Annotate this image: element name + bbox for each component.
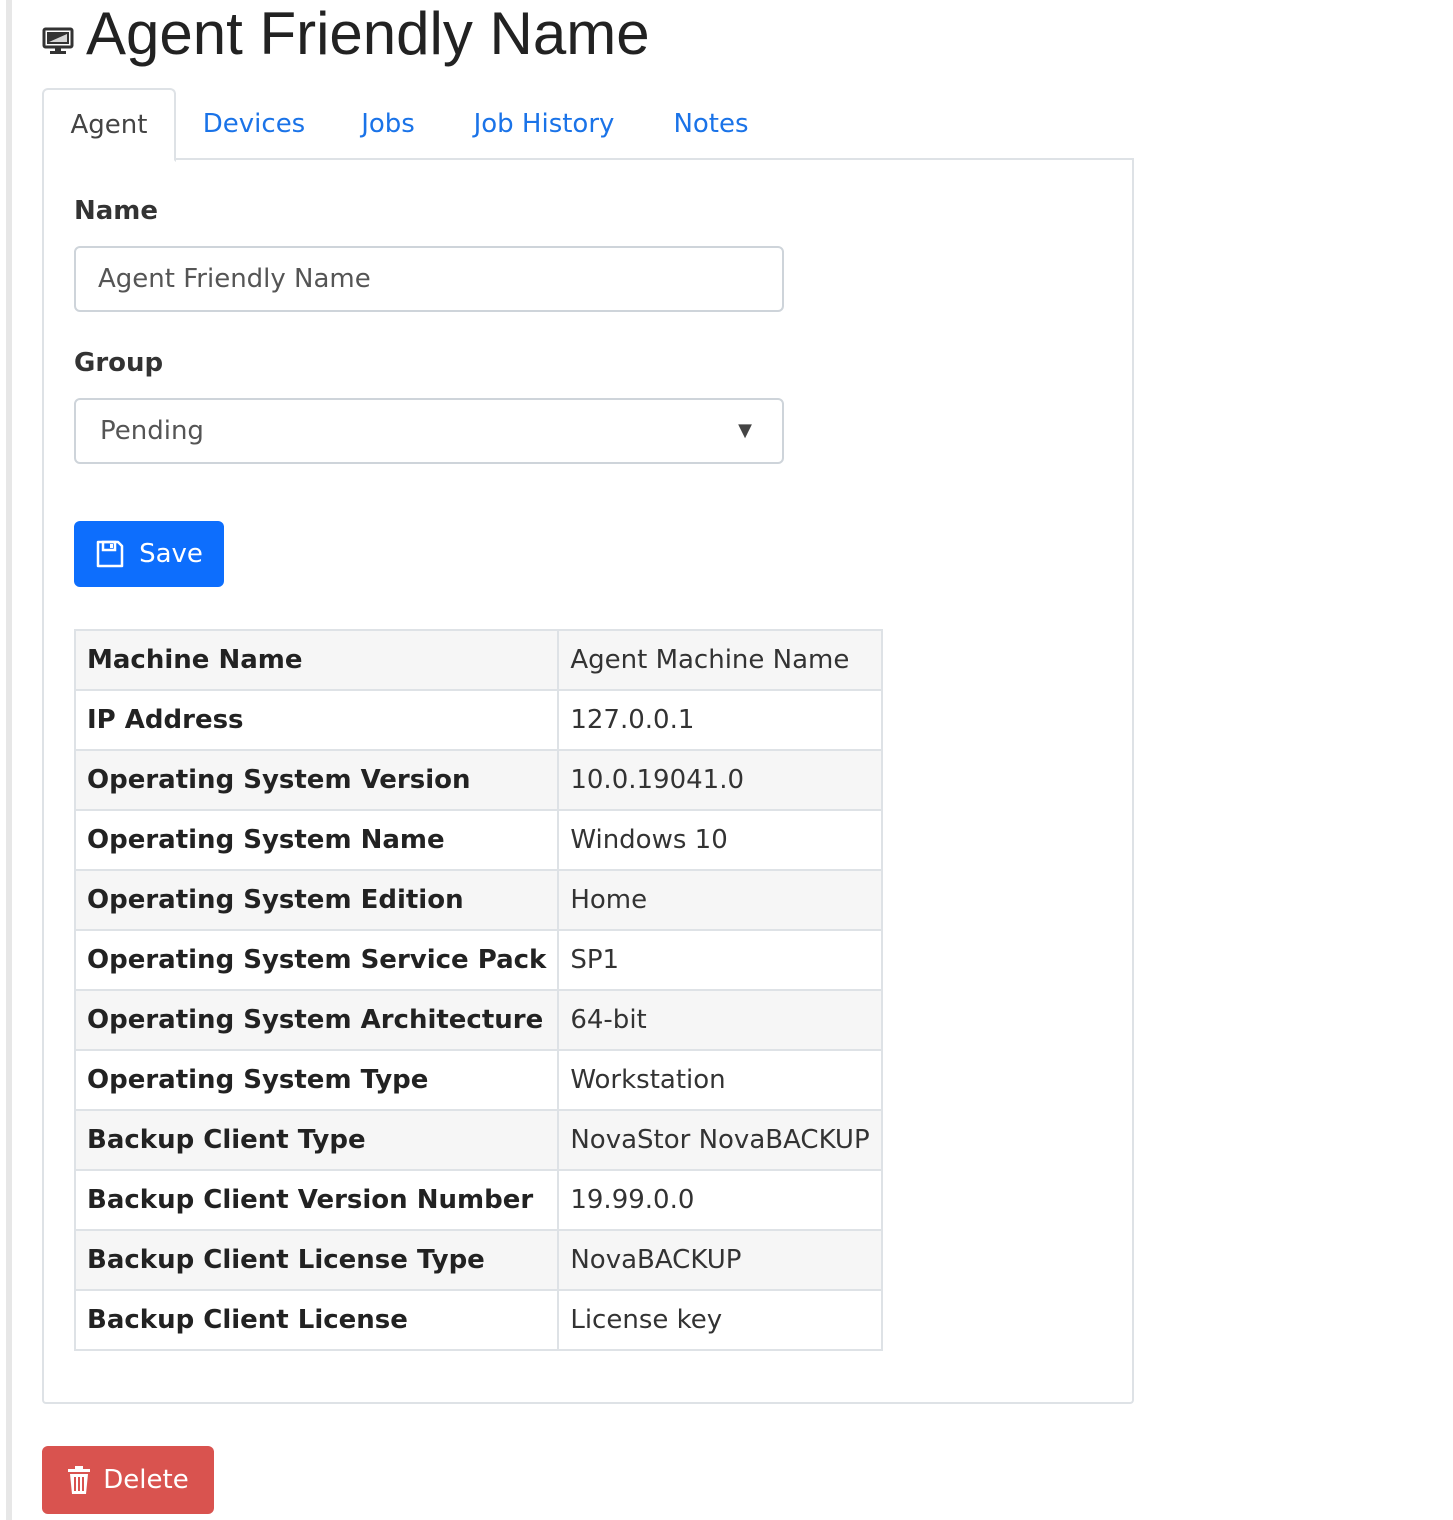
tab-job-history[interactable]: Job History	[466, 88, 622, 160]
tab-jobs[interactable]: Jobs	[348, 88, 428, 160]
name-input[interactable]	[74, 246, 784, 312]
detail-value: 127.0.0.1	[557, 689, 883, 751]
group-label: Group	[74, 348, 164, 378]
detail-key: Operating System Edition	[73, 869, 560, 931]
detail-value: 19.99.0.0	[557, 1169, 883, 1231]
detail-value: NovaBACKUP	[557, 1229, 883, 1291]
table-row: IP Address 127.0.0.1	[73, 689, 883, 751]
detail-value: 64-bit	[557, 989, 883, 1051]
table-row: Operating System Edition Home	[73, 869, 883, 931]
save-button[interactable]: Save	[74, 521, 224, 587]
name-label: Name	[74, 196, 159, 226]
detail-key: Operating System Version	[73, 749, 560, 811]
detail-key: IP Address	[73, 689, 560, 751]
table-row: Operating System Architecture 64-bit	[73, 989, 883, 1051]
detail-key: Operating System Architecture	[73, 989, 560, 1051]
group-select[interactable]: Pending ▼	[74, 398, 784, 464]
detail-key: Backup Client License	[73, 1289, 560, 1351]
delete-button[interactable]: Delete	[42, 1446, 214, 1514]
detail-key: Operating System Type	[73, 1049, 560, 1111]
detail-key: Operating System Service Pack	[73, 929, 560, 991]
detail-key: Backup Client Type	[73, 1109, 560, 1171]
tab-bar: Agent Devices Jobs Job History Notes	[42, 88, 1134, 162]
caret-down-icon: ▼	[738, 420, 752, 441]
table-row: Operating System Version 10.0.19041.0	[73, 749, 883, 811]
agent-details-table: Machine Name Agent Machine Name IP Addres…	[73, 629, 883, 1351]
table-row: Backup Client Type NovaStor NovaBACKUP	[73, 1109, 883, 1171]
table-row: Operating System Type Workstation	[73, 1049, 883, 1111]
tab-notes[interactable]: Notes	[668, 88, 754, 160]
detail-value: Agent Machine Name	[557, 629, 883, 691]
table-row: Backup Client License License key	[73, 1289, 883, 1351]
detail-value: SP1	[557, 929, 883, 991]
floppy-disk-icon	[96, 540, 124, 568]
table-row: Machine Name Agent Machine Name	[73, 629, 883, 691]
table-row: Operating System Service Pack SP1	[73, 929, 883, 991]
table-row: Backup Client License Type NovaBACKUP	[73, 1229, 883, 1291]
save-button-label: Save	[139, 539, 203, 569]
detail-value: Home	[557, 869, 883, 931]
tab-devices[interactable]: Devices	[192, 88, 316, 160]
trash-icon	[68, 1466, 91, 1494]
agent-tab-panel: Name Group Pending ▼ Save Machine NameAg…	[42, 158, 1134, 1404]
tab-agent[interactable]: Agent	[42, 88, 176, 162]
detail-value: NovaStor NovaBACKUP	[557, 1109, 883, 1171]
table-row: Backup Client Version Number 19.99.0.0	[73, 1169, 883, 1231]
detail-value: Windows 10	[557, 809, 883, 871]
delete-button-label: Delete	[103, 1465, 189, 1495]
monitor-icon	[42, 27, 74, 54]
detail-key: Machine Name	[73, 629, 560, 691]
detail-key: Backup Client License Type	[73, 1229, 560, 1291]
detail-value: License key	[557, 1289, 883, 1351]
detail-key: Operating System Name	[73, 809, 560, 871]
detail-value: Workstation	[557, 1049, 883, 1111]
table-row: Operating System Name Windows 10	[73, 809, 883, 871]
detail-value: 10.0.19041.0	[557, 749, 883, 811]
left-border	[6, 0, 12, 1520]
page-header: Agent Friendly Name	[42, 0, 650, 76]
page-title: Agent Friendly Name	[86, 0, 650, 67]
detail-key: Backup Client Version Number	[73, 1169, 560, 1231]
group-select-value: Pending	[100, 416, 204, 446]
